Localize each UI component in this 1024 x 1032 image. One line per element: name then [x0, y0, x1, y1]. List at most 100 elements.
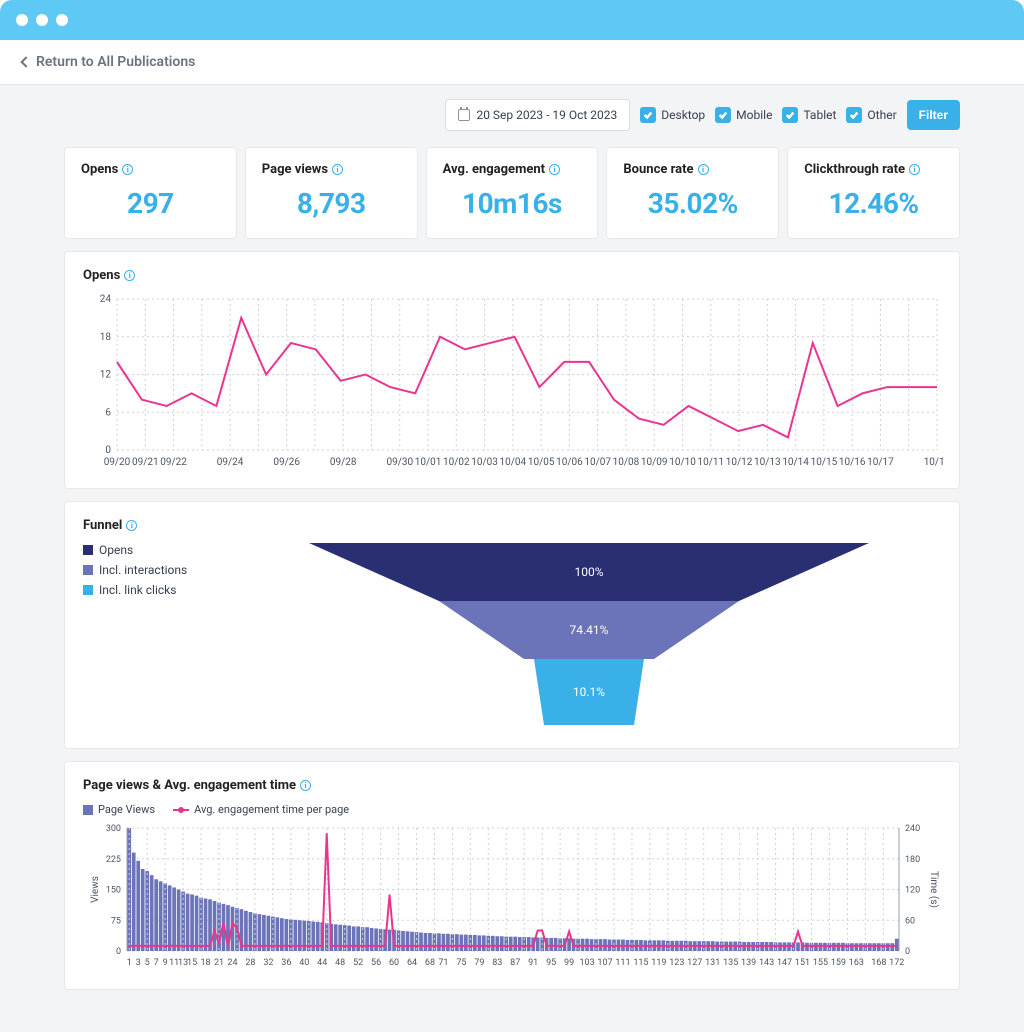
- svg-text:24: 24: [227, 958, 237, 968]
- svg-text:1: 1: [127, 958, 132, 968]
- legend-swatch: [83, 805, 93, 815]
- return-link[interactable]: Return to All Publications: [22, 54, 195, 70]
- date-range-picker[interactable]: 20 Sep 2023 - 19 Oct 2023: [445, 99, 630, 131]
- svg-text:115: 115: [633, 958, 648, 968]
- svg-text:15: 15: [187, 958, 197, 968]
- svg-text:10/08: 10/08: [613, 457, 640, 468]
- info-icon[interactable]: [124, 270, 135, 281]
- svg-text:12: 12: [100, 370, 112, 381]
- legend-row: Page Views Avg. engagement time per page: [83, 803, 941, 816]
- svg-text:75: 75: [111, 916, 121, 926]
- svg-text:32: 32: [263, 958, 273, 968]
- svg-text:09/24: 09/24: [217, 457, 244, 468]
- legend-swatch: [83, 545, 93, 555]
- info-icon[interactable]: [909, 164, 920, 175]
- browser-frame: Return to All Publications 20 Sep 2023 -…: [0, 0, 1024, 1032]
- legend-swatch: [83, 585, 93, 595]
- checkbox-other[interactable]: Other: [846, 107, 896, 123]
- checkmark-icon: [846, 107, 862, 123]
- controls-row: 20 Sep 2023 - 19 Oct 2023 Desktop Mobile…: [0, 85, 1024, 137]
- date-range-label: 20 Sep 2023 - 19 Oct 2023: [476, 108, 617, 122]
- svg-text:10/03: 10/03: [471, 457, 498, 468]
- info-icon[interactable]: [332, 164, 343, 175]
- svg-text:147: 147: [777, 958, 792, 968]
- checkbox-mobile[interactable]: Mobile: [715, 107, 772, 123]
- metric-page-views: Page views 8,793: [245, 147, 418, 239]
- svg-text:Time (s): Time (s): [928, 871, 940, 908]
- metric-opens: Opens 297: [64, 147, 237, 239]
- return-link-label: Return to All Publications: [36, 54, 195, 70]
- checkbox-tablet[interactable]: Tablet: [782, 107, 836, 123]
- metric-ctr: Clickthrough rate 12.46%: [787, 147, 960, 239]
- svg-text:91: 91: [528, 958, 538, 968]
- svg-text:7: 7: [154, 958, 159, 968]
- svg-text:0: 0: [905, 947, 910, 957]
- info-icon[interactable]: [300, 780, 311, 791]
- svg-text:99: 99: [564, 958, 574, 968]
- metrics-row: Opens 297 Page views 8,793 Avg. engageme…: [64, 147, 960, 239]
- svg-text:143: 143: [759, 958, 774, 968]
- topbar: Return to All Publications: [0, 40, 1024, 85]
- svg-text:10/11: 10/11: [697, 457, 724, 468]
- app-root: Return to All Publications 20 Sep 2023 -…: [0, 40, 1024, 1032]
- svg-text:52: 52: [353, 958, 363, 968]
- svg-text:9: 9: [163, 958, 168, 968]
- info-icon[interactable]: [549, 164, 560, 175]
- svg-text:10/16: 10/16: [839, 457, 866, 468]
- svg-text:225: 225: [106, 855, 121, 865]
- svg-text:18: 18: [200, 958, 210, 968]
- svg-text:95: 95: [546, 958, 556, 968]
- svg-text:10/15: 10/15: [811, 457, 838, 468]
- info-icon[interactable]: [126, 520, 137, 531]
- svg-text:10.1%: 10.1%: [573, 685, 605, 699]
- svg-text:111: 111: [615, 958, 630, 968]
- svg-text:09/22: 09/22: [160, 457, 187, 468]
- panel-funnel: Funnel Opens Incl. interactions Incl. li…: [64, 501, 960, 749]
- window-dot: [56, 14, 68, 26]
- filter-button[interactable]: Filter: [907, 100, 960, 130]
- svg-text:09/20: 09/20: [104, 457, 131, 468]
- svg-text:0: 0: [105, 445, 111, 456]
- svg-text:10/12: 10/12: [726, 457, 753, 468]
- svg-text:10/06: 10/06: [556, 457, 583, 468]
- svg-text:87: 87: [510, 958, 520, 968]
- window-dot: [36, 14, 48, 26]
- info-icon[interactable]: [698, 164, 709, 175]
- svg-text:36: 36: [281, 958, 291, 968]
- svg-text:10/09: 10/09: [641, 457, 668, 468]
- svg-text:Views: Views: [90, 876, 101, 903]
- opens-line-chart: 0612182409/2009/2109/2209/2409/2609/2809…: [83, 293, 943, 468]
- panel-page-views-engagement: Page views & Avg. engagement time Page V…: [64, 761, 960, 990]
- info-icon[interactable]: [122, 164, 133, 175]
- svg-text:83: 83: [492, 958, 502, 968]
- chevron-left-icon: [20, 56, 31, 67]
- svg-text:71: 71: [438, 958, 448, 968]
- metric-bounce-rate: Bounce rate 35.02%: [606, 147, 779, 239]
- panel-opens-chart: Opens 0612182409/2009/2109/2209/2409/260…: [64, 251, 960, 489]
- svg-text:163: 163: [849, 958, 864, 968]
- browser-titlebar: [0, 0, 1024, 40]
- svg-text:09/26: 09/26: [273, 457, 300, 468]
- svg-text:74.41%: 74.41%: [570, 623, 609, 637]
- svg-text:3: 3: [136, 958, 141, 968]
- svg-text:0: 0: [116, 947, 121, 957]
- svg-text:10/14: 10/14: [782, 457, 809, 468]
- checkbox-desktop[interactable]: Desktop: [640, 107, 705, 123]
- svg-text:79: 79: [474, 958, 484, 968]
- checkmark-icon: [782, 107, 798, 123]
- svg-text:100%: 100%: [574, 565, 603, 579]
- svg-text:107: 107: [597, 958, 612, 968]
- svg-text:119: 119: [651, 958, 666, 968]
- svg-text:131: 131: [705, 958, 720, 968]
- checkmark-icon: [715, 107, 731, 123]
- svg-text:48: 48: [335, 958, 345, 968]
- svg-text:150: 150: [106, 886, 121, 896]
- svg-text:180: 180: [905, 855, 920, 865]
- funnel-legend: Opens Incl. interactions Incl. link clic…: [83, 543, 223, 728]
- svg-text:44: 44: [317, 958, 327, 968]
- window-dot: [16, 14, 28, 26]
- svg-text:09/30: 09/30: [386, 457, 413, 468]
- svg-text:10/17: 10/17: [867, 457, 894, 468]
- svg-text:40: 40: [299, 958, 309, 968]
- combo-chart: 075150225300060120180240ViewsTime (s)135…: [83, 824, 943, 969]
